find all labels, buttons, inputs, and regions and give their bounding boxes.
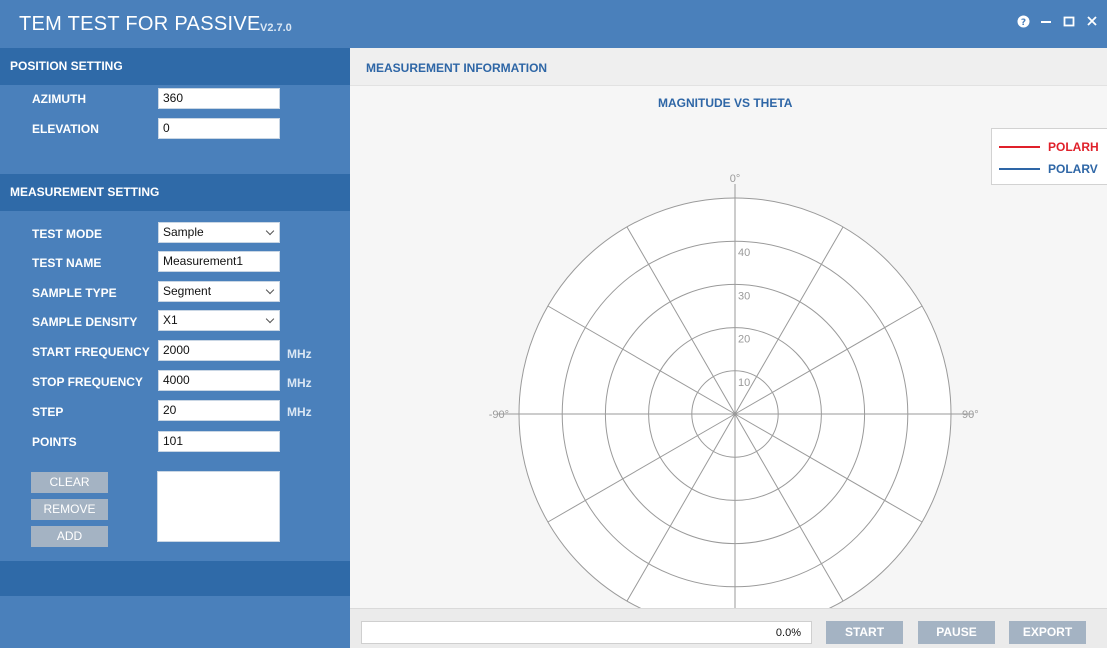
remove-button[interactable]: REMOVE <box>31 499 108 520</box>
clear-button[interactable]: CLEAR <box>31 472 108 493</box>
window-controls: ? <box>1016 13 1099 29</box>
step-input[interactable]: 20 <box>158 400 280 421</box>
measurement-setting-header: MEASUREMENT SETTING <box>0 174 350 211</box>
app-version: V2.7.0 <box>260 22 292 34</box>
minimize-icon[interactable] <box>1039 13 1053 29</box>
stop-frequency-unit: MHz <box>287 376 312 390</box>
sample-type-label: SAMPLE TYPE <box>32 286 117 300</box>
add-button[interactable]: ADD <box>31 526 108 547</box>
azimuth-input[interactable]: 360 <box>158 88 280 109</box>
angle-label-top: 0° <box>730 173 741 185</box>
legend-item-polarv: POLARV <box>999 162 1098 176</box>
legend-swatch-polarv <box>999 168 1040 170</box>
close-icon[interactable] <box>1085 13 1099 29</box>
start-frequency-input[interactable]: 2000 <box>158 340 280 361</box>
points-input[interactable]: 101 <box>158 431 280 452</box>
progress-bar: 0.0% <box>361 621 812 644</box>
sample-type-select[interactable]: Segment <box>158 281 280 302</box>
points-label: POINTS <box>32 435 77 449</box>
step-label: STEP <box>32 405 64 419</box>
legend-swatch-polarh <box>999 146 1040 148</box>
radial-tick-label: 40 <box>738 247 750 259</box>
start-frequency-unit: MHz <box>287 347 312 361</box>
angle-label-left: -90° <box>489 409 509 421</box>
sample-density-select[interactable]: X1 <box>158 310 280 331</box>
stop-frequency-input[interactable]: 4000 <box>158 370 280 391</box>
svg-text:?: ? <box>1020 18 1025 28</box>
test-name-label: TEST NAME <box>32 256 102 270</box>
radial-tick-label: 20 <box>738 334 750 346</box>
app-title: TEM TEST FOR PASSIVE <box>19 13 261 35</box>
export-button[interactable]: EXPORT <box>1009 621 1086 644</box>
position-setting-header: POSITION SETTING <box>0 48 350 85</box>
radial-tick-label: 10 <box>738 377 750 389</box>
legend-label-polarv: POLARV <box>1048 162 1098 176</box>
test-mode-label: TEST MODE <box>32 227 103 241</box>
legend-item-polarh: POLARH <box>999 140 1099 154</box>
angle-label-right: 90° <box>962 409 979 421</box>
maximize-icon[interactable] <box>1062 13 1076 29</box>
pause-button[interactable]: PAUSE <box>918 621 995 644</box>
polar-grid <box>497 184 973 608</box>
measurement-info-header: MEASUREMENT INFORMATION <box>350 48 1107 86</box>
test-mode-select[interactable]: Sample <box>158 222 280 243</box>
measurement-panel: MEASUREMENT INFORMATION MAGNITUDE VS THE… <box>350 48 1107 648</box>
help-icon[interactable]: ? <box>1016 13 1030 29</box>
azimuth-label: AZIMUTH <box>32 92 86 106</box>
stop-frequency-label: STOP FREQUENCY <box>32 375 143 389</box>
settings-panel: POSITION SETTING AZIMUTH 360 ELEVATION 0… <box>0 48 350 648</box>
sample-density-label: SAMPLE DENSITY <box>32 315 138 329</box>
title-bar: TEM TEST FOR PASSIVE V2.7.0 ? <box>0 0 1107 48</box>
frequency-list[interactable] <box>157 471 280 542</box>
test-name-input[interactable]: Measurement1 <box>158 251 280 272</box>
elevation-input[interactable]: 0 <box>158 118 280 139</box>
legend-label-polarh: POLARH <box>1048 140 1099 154</box>
elevation-label: ELEVATION <box>32 122 99 136</box>
start-button[interactable]: START <box>826 621 903 644</box>
radial-tick-label: 30 <box>738 290 750 302</box>
left-footer-band <box>0 561 350 596</box>
start-frequency-label: START FREQUENCY <box>32 345 150 359</box>
step-unit: MHz <box>287 405 312 419</box>
progress-text: 0.0% <box>775 627 801 639</box>
chart-legend: POLARH POLARV <box>991 128 1107 185</box>
action-bar: 0.0% START PAUSE EXPORT <box>350 608 1107 648</box>
